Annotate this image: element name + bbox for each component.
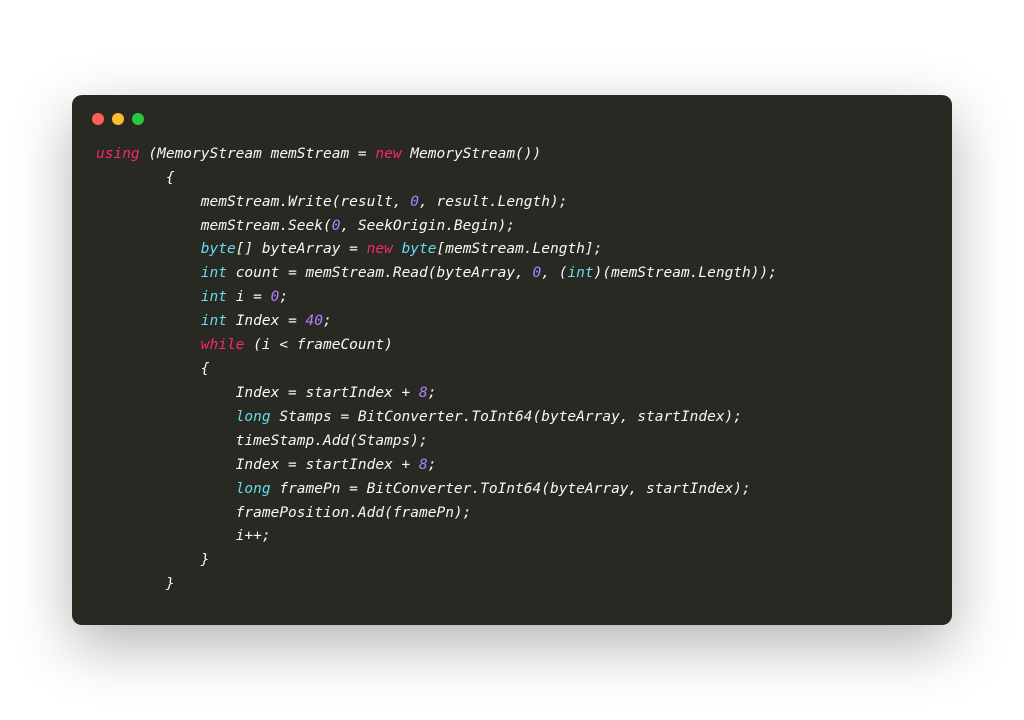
code-token: long: [236, 409, 271, 425]
code-token: int: [201, 289, 227, 305]
code-token: ;: [428, 457, 437, 473]
code-token: ;: [279, 289, 288, 305]
code-token: [96, 265, 201, 281]
code-token: int: [201, 313, 227, 329]
code-token: [memStream.Length];: [437, 241, 603, 257]
code-token: new: [375, 146, 401, 162]
code-token: i++;: [96, 528, 271, 544]
code-token: Stamps = BitConverter.ToInt64(byteArray,…: [271, 409, 742, 425]
code-token: , result.Length);: [419, 194, 567, 210]
titlebar: [72, 95, 952, 135]
code-token: }: [96, 576, 175, 592]
code-token: [96, 313, 201, 329]
code-token: byte: [402, 241, 437, 257]
code-token: 0: [410, 194, 419, 210]
code-token: byte: [201, 241, 236, 257]
code-token: using: [96, 146, 140, 162]
code-token: ;: [323, 313, 332, 329]
code-token: framePn = BitConverter.ToInt64(byteArray…: [271, 481, 751, 497]
code-token: count = memStream.Read(byteArray,: [227, 265, 533, 281]
code-token: Index = startIndex +: [96, 385, 419, 401]
maximize-icon[interactable]: [132, 113, 144, 125]
code-token: timeStamp.Add(Stamps);: [96, 433, 428, 449]
code-token: MemoryStream()): [402, 146, 542, 162]
code-token: ;: [428, 385, 437, 401]
code-token: }: [96, 552, 210, 568]
code-token: [96, 337, 201, 353]
code-token: , SeekOrigin.Begin);: [340, 218, 515, 234]
code-token: Index = startIndex +: [96, 457, 419, 473]
code-token: [96, 481, 236, 497]
minimize-icon[interactable]: [112, 113, 124, 125]
code-token: framePosition.Add(framePn);: [96, 505, 471, 521]
code-token: [96, 409, 236, 425]
close-icon[interactable]: [92, 113, 104, 125]
code-token: int: [567, 265, 593, 281]
code-window: using (MemoryStream memStream = new Memo…: [72, 95, 952, 626]
code-token: (MemoryStream memStream =: [140, 146, 376, 162]
code-token: Index =: [227, 313, 306, 329]
code-token: , (: [541, 265, 567, 281]
code-token: [96, 289, 201, 305]
code-token: [] byteArray =: [236, 241, 367, 257]
code-token: while: [201, 337, 245, 353]
code-token: )(memStream.Length));: [594, 265, 777, 281]
code-block: using (MemoryStream memStream = new Memo…: [72, 135, 952, 626]
code-token: [96, 241, 201, 257]
code-token: (i < frameCount): [244, 337, 392, 353]
code-token: i =: [227, 289, 271, 305]
code-token: [393, 241, 402, 257]
code-token: long: [236, 481, 271, 497]
code-token: {: [96, 361, 210, 377]
code-token: memStream.Write(result,: [96, 194, 410, 210]
code-token: 8: [419, 385, 428, 401]
code-token: 0: [533, 265, 542, 281]
code-token: 40: [306, 313, 323, 329]
code-token: int: [201, 265, 227, 281]
code-token: {: [96, 170, 175, 186]
code-token: 8: [419, 457, 428, 473]
code-token: new: [367, 241, 393, 257]
code-token: memStream.Seek(: [96, 218, 332, 234]
